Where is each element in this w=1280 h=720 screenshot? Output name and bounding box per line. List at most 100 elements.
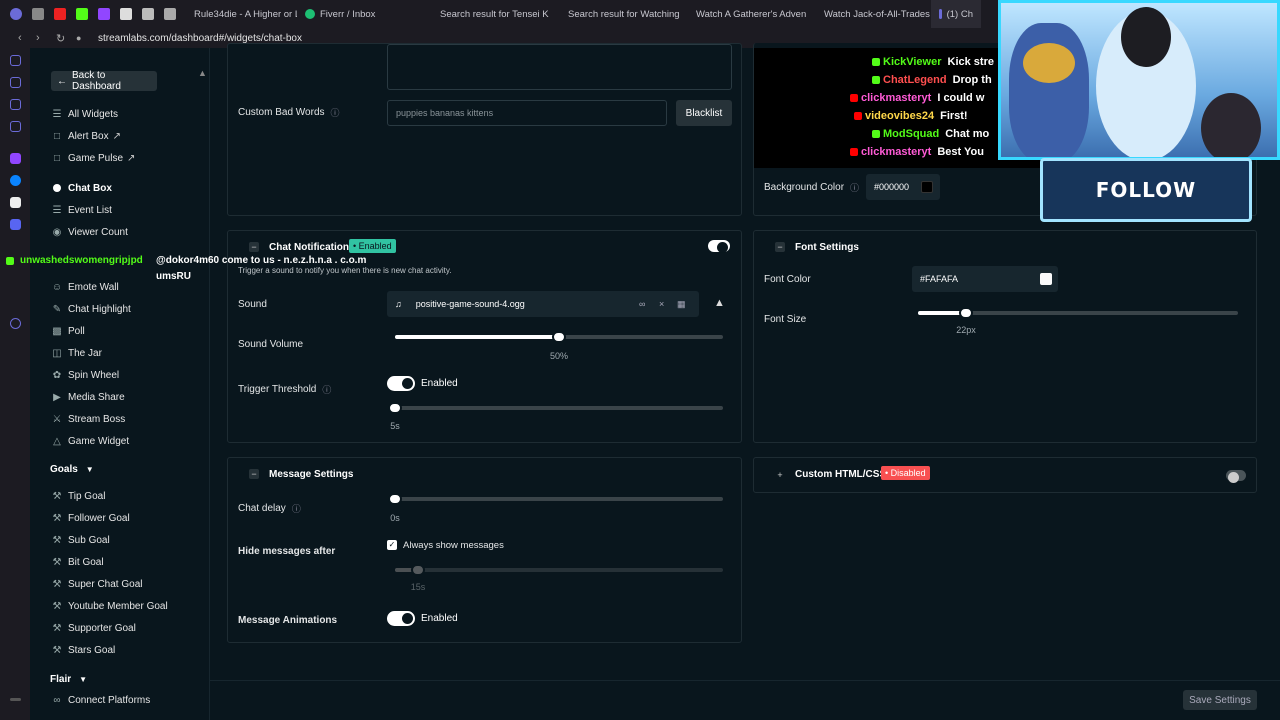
custom-html-toggle[interactable] [1226, 470, 1246, 483]
threshold-slider[interactable] [388, 402, 723, 414]
sidebar-item-supporter-goal[interactable]: ⚒ Supporter Goal [50, 621, 136, 635]
info-icon[interactable]: ⓘ [292, 502, 301, 515]
back-arrow-icon[interactable]: ‹ [18, 32, 32, 44]
twitch-icon[interactable] [98, 8, 110, 20]
sidebar-item-bit-goal[interactable]: ⚒ Bit Goal [50, 555, 104, 569]
tab-5[interactable]: Watch Jack-of-All-Trades [811, 0, 931, 28]
discord-rail-icon[interactable] [10, 219, 21, 230]
save-settings-button[interactable]: Save Settings [1183, 690, 1257, 710]
background-color-swatch[interactable] [921, 181, 933, 193]
tab-0[interactable]: Rule34die - A Higher or Lo [181, 0, 297, 28]
document-icon[interactable] [142, 8, 154, 20]
sidebar-item-tip-goal[interactable]: ⚒ Tip Goal [50, 489, 106, 503]
tab-4[interactable]: Watch A Gatherer's Adven [683, 0, 811, 28]
close-icon[interactable]: × [659, 299, 664, 309]
chat-delay-slider[interactable] [388, 493, 723, 505]
speaker-icon[interactable]: ▲ [714, 297, 725, 309]
x-icon[interactable] [120, 8, 132, 20]
hide-after-slider[interactable] [395, 564, 723, 576]
font-color-swatch[interactable] [1040, 273, 1052, 285]
blacklist-button[interactable]: Blacklist [676, 100, 732, 126]
rail-notes-icon[interactable] [10, 121, 21, 132]
rail-settings-icon[interactable] [10, 318, 21, 329]
sidebar-item-chat-highlight[interactable]: ✎ Chat Highlight [50, 302, 131, 316]
message-animations-toggle[interactable] [387, 611, 415, 626]
sidebar-item-follower-goal[interactable]: ⚒ Follower Goal [50, 511, 130, 525]
sidebar-item-stars-goal[interactable]: ⚒ Stars Goal [50, 643, 116, 657]
platform-icon [872, 130, 880, 138]
message-settings-panel: − Message Settings Chat delay ⓘ 0s Hide m… [227, 457, 742, 643]
twitch-rail-icon[interactable] [10, 153, 21, 164]
game-icon[interactable] [32, 8, 44, 20]
flair-header[interactable]: Flair ▼ [50, 674, 87, 685]
collapse-icon[interactable]: − [249, 242, 259, 252]
x-rail-icon[interactable] [10, 197, 21, 208]
back-to-dashboard-button[interactable]: ← Back to Dashboard [51, 70, 157, 92]
platform-icon [872, 76, 880, 84]
goals-header[interactable]: Goals ▼ [50, 464, 94, 475]
volume-slider[interactable] [395, 331, 723, 343]
slider-handle[interactable] [959, 307, 973, 319]
bad-words-input[interactable]: puppies bananas kittens [387, 100, 667, 126]
link-icon[interactable]: ∞ [639, 299, 645, 309]
rail-bookmark-icon[interactable] [10, 77, 21, 88]
sidebar-item-all-widgets[interactable]: ☰ All Widgets [50, 107, 119, 121]
font-size-slider[interactable] [918, 307, 1238, 319]
threshold-toggle[interactable] [387, 376, 415, 391]
sidebar-item-stream-boss[interactable]: ⚔ Stream Boss [50, 412, 126, 426]
rail-history-icon[interactable] [10, 99, 21, 110]
url-field[interactable]: streamlabs.com/dashboard#/widgets/chat-b… [98, 33, 302, 44]
expand-icon[interactable]: + [775, 470, 785, 480]
collapse-icon[interactable]: − [249, 469, 259, 479]
sidebar-item-super-chat-goal[interactable]: ⚒ Super Chat Goal [50, 577, 143, 591]
sidebar-item-poll[interactable]: ▩ Poll [50, 324, 84, 338]
sidebar-item-media-share[interactable]: ▶ Media Share [50, 390, 125, 404]
reload-icon[interactable]: ↻ [56, 32, 70, 45]
sidebar-item-the-jar[interactable]: ◫ The Jar [50, 346, 102, 360]
chat-message: I could w [937, 92, 985, 104]
chat-notifications-toggle[interactable] [708, 240, 730, 253]
collapse-icon[interactable]: − [775, 242, 785, 252]
scroll-up-icon[interactable]: ▲ [198, 68, 207, 78]
sidebar-item-game-pulse[interactable]: □ Game Pulse ↗ [50, 151, 135, 165]
tab-2[interactable]: Search result for Tensei K [427, 0, 555, 28]
sidebar-item-alert-box[interactable]: □ Alert Box ↗ [50, 129, 121, 143]
sidebar-item-chat-box[interactable]: Chat Box [50, 181, 112, 195]
messenger-rail-icon[interactable] [10, 175, 21, 186]
tab-6[interactable]: (1) Ch [931, 0, 981, 28]
tab-3[interactable]: Search result for Watching [555, 0, 683, 28]
tab-1[interactable]: Fiverr / Inbox [297, 0, 427, 28]
grid-icon[interactable]: ▦ [677, 299, 686, 310]
hide-after-value: 15s [410, 582, 426, 592]
sound-file-field[interactable]: ♫ positive-game-sound-4.ogg ∞ × ▦ [387, 291, 699, 317]
slider-handle[interactable] [410, 564, 425, 576]
info-icon[interactable]: ⓘ [850, 181, 859, 194]
goal-icon: ⚒ [52, 556, 62, 568]
font-color-input[interactable]: #FAFAFA [912, 266, 1058, 292]
chat-message: Kick stre [947, 56, 994, 68]
banned-words-textarea[interactable] [387, 44, 732, 90]
external-link-icon: ↗ [112, 130, 121, 142]
browser-logo-icon[interactable] [10, 8, 22, 20]
slider-handle[interactable] [388, 402, 402, 414]
rail-home-icon[interactable] [10, 55, 21, 66]
info-icon[interactable]: ⓘ [331, 106, 340, 119]
sidebar-item-event-list[interactable]: ☰ Event List [50, 203, 112, 217]
active-dot-icon [53, 184, 61, 192]
stack-icon[interactable] [164, 8, 176, 20]
slider-handle[interactable] [388, 493, 402, 505]
boss-icon: ⚔ [52, 413, 62, 425]
sidebar-item-viewer-count[interactable]: ◉ Viewer Count [50, 225, 128, 239]
always-show-checkbox[interactable]: ✓ [387, 540, 397, 550]
sidebar-item-spin-wheel[interactable]: ✿ Spin Wheel [50, 368, 119, 382]
slider-handle[interactable] [552, 331, 566, 343]
youtube-icon[interactable] [54, 8, 66, 20]
sidebar-item-game-widget[interactable]: △ Game Widget [50, 434, 129, 448]
info-icon[interactable]: ⓘ [322, 383, 331, 396]
sidebar-item-youtube-member-goal[interactable]: ⚒ Youtube Member Goal [50, 599, 168, 613]
kick-icon[interactable] [76, 8, 88, 20]
rail-more-icon[interactable] [10, 698, 21, 701]
sidebar-item-connect-platforms[interactable]: ∞ Connect Platforms [50, 693, 150, 707]
forward-arrow-icon[interactable]: › [36, 32, 50, 44]
sidebar-item-sub-goal[interactable]: ⚒ Sub Goal [50, 533, 110, 547]
